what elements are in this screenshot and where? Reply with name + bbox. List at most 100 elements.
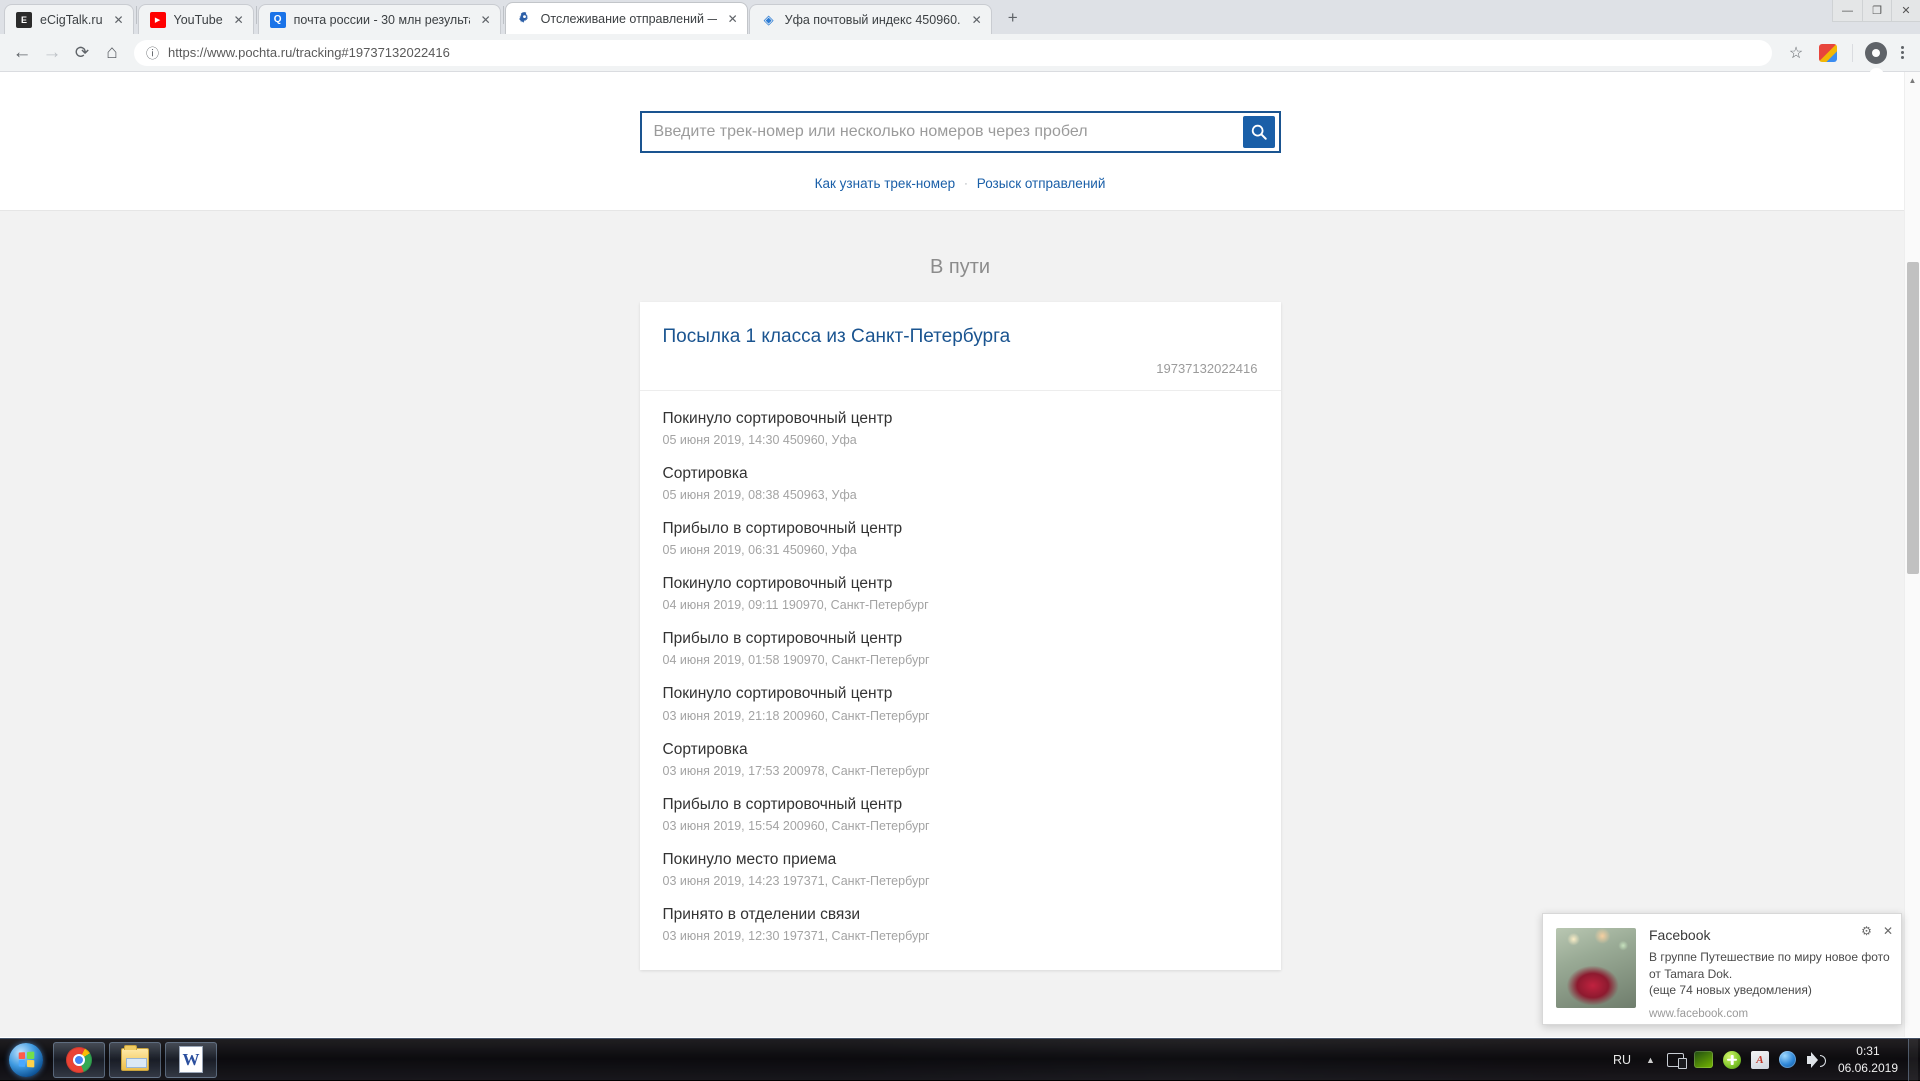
facebook-notification-toast[interactable]: ⚙ ✕ Facebook В группе Путешествие по мир… — [1542, 913, 1902, 1025]
how-to-find-track-number-link[interactable]: Как узнать трек-номер — [815, 176, 955, 191]
clock-time: 0:31 — [1838, 1043, 1898, 1059]
toolbar-divider — [1852, 44, 1853, 62]
browser-tab-active[interactable]: Отслеживание отправлений — ✕ — [505, 2, 748, 34]
browser-tab[interactable]: Q почта россии - 30 млн результа ✕ — [258, 4, 501, 34]
folder-icon — [121, 1048, 149, 1071]
tracking-event-row: Прибыло в сортировочный центр03 июня 201… — [663, 795, 1258, 833]
tracking-number: 19737132022416 — [663, 361, 1258, 376]
browser-tab[interactable]: ◈ Уфа почтовый индекс 450960. А ✕ — [749, 4, 992, 34]
tracking-event-row: Покинуло сортировочный центр04 июня 2019… — [663, 574, 1258, 612]
taskbar-explorer[interactable] — [109, 1042, 161, 1078]
search-shipments-link[interactable]: Розыск отправлений — [977, 176, 1106, 191]
tracking-event-title: Сортировка — [663, 740, 1258, 760]
chrome-menu-icon[interactable] — [1893, 46, 1912, 59]
browser-toolbar: ← → ⟳ ⌂ ⓘ https://www.pochta.ru/tracking… — [0, 34, 1920, 72]
tab-strip: E eCigTalk.ru ✕ ▶ YouTube ✕ Q почта росс… — [0, 0, 1920, 34]
close-button[interactable]: ✕ — [1891, 0, 1920, 21]
notification-thumbnail — [1556, 928, 1636, 1008]
tracking-event-row: Покинуло место приема 03 июня 2019, 14:23… — [663, 850, 1258, 888]
tab-title: Уфа почтовый индекс 450960. А — [785, 13, 961, 27]
tab-title: YouTube — [174, 13, 223, 27]
ecigtalk-favicon: E — [16, 12, 32, 28]
volume-icon[interactable] — [1805, 1049, 1827, 1071]
tracking-event-title: Покинуло сортировочный центр — [663, 684, 1258, 704]
taskbar-word[interactable]: W — [165, 1042, 217, 1078]
tracking-event-title: Сортировка — [663, 464, 1258, 484]
notification-app-name: Facebook — [1649, 927, 1891, 943]
chrome-browser-window: E eCigTalk.ru ✕ ▶ YouTube ✕ Q почта росс… — [0, 0, 1920, 1038]
tracking-event-meta: 05 июня 2019, 06:31 450960, Уфа — [663, 543, 1258, 557]
shipment-status: В пути — [0, 256, 1920, 279]
minimize-button[interactable]: — — [1833, 0, 1862, 21]
browser-tab[interactable]: E eCigTalk.ru ✕ — [4, 4, 134, 34]
tab-title: Отслеживание отправлений — — [541, 12, 717, 26]
tracking-event-meta: 05 июня 2019, 14:30 450960, Уфа — [663, 433, 1258, 447]
tracking-event-meta: 03 июня 2019, 14:23 197371, Санкт-Петерб… — [663, 874, 1258, 888]
nvidia-icon[interactable] — [1693, 1049, 1715, 1071]
bookmark-star-icon[interactable]: ☆ — [1782, 39, 1810, 67]
header-links: Как узнать трек-номер · Розыск отправлен… — [815, 176, 1106, 191]
url-text: https://www.pochta.ru/tracking#197371320… — [168, 45, 450, 60]
forward-icon[interactable]: → — [38, 39, 66, 67]
tab-close-icon[interactable]: ✕ — [111, 12, 127, 28]
tracking-event-row: Принято в отделении связи03 июня 2019, 1… — [663, 905, 1258, 943]
tab-close-icon[interactable]: ✕ — [231, 12, 247, 28]
tracking-event-row: Прибыло в сортировочный центр 05 июня 201… — [663, 519, 1258, 557]
show-desktop-button[interactable] — [1908, 1039, 1918, 1081]
clock-date: 06.06.2019 — [1838, 1060, 1898, 1076]
scroll-up-arrow[interactable]: ▲ — [1905, 72, 1920, 88]
show-hidden-icons-chevron[interactable]: ▲ — [1639, 1055, 1662, 1065]
abbyy-icon[interactable]: A — [1749, 1049, 1771, 1071]
word-icon: W — [179, 1046, 203, 1073]
address-bar[interactable]: ⓘ https://www.pochta.ru/tracking#1973713… — [134, 40, 1772, 66]
tab-divider — [256, 6, 257, 24]
tracking-event-title: Прибыло в сортировочный центр — [663, 519, 1258, 539]
page-scrollbar[interactable]: ▲ — [1904, 72, 1920, 1037]
taskbar-chrome[interactable] — [53, 1042, 105, 1078]
taskbar-clock[interactable]: 0:31 06.06.2019 — [1830, 1043, 1908, 1075]
notification-controls: ⚙ ✕ — [1861, 925, 1893, 937]
tab-title: почта россии - 30 млн результа — [294, 13, 470, 27]
tab-close-icon[interactable]: ✕ — [969, 12, 985, 28]
tracking-event-meta: 03 июня 2019, 15:54 200960, Санкт-Петерб… — [663, 819, 1258, 833]
extension-icon[interactable] — [1819, 44, 1837, 62]
restore-button[interactable]: ❐ — [1862, 0, 1891, 21]
tab-divider — [136, 6, 137, 24]
track-search-box[interactable] — [640, 111, 1281, 153]
globe-icon[interactable] — [1777, 1049, 1799, 1071]
notification-close-icon[interactable]: ✕ — [1883, 925, 1893, 937]
shipment-title[interactable]: Посылка 1 класса из Санкт-Петербурга — [663, 325, 1258, 349]
profile-avatar-icon[interactable] — [1865, 42, 1887, 64]
track-number-input[interactable] — [642, 114, 1243, 150]
tracking-event-title: Прибыло в сортировочный центр — [663, 629, 1258, 649]
page-info-icon[interactable]: ⓘ — [146, 43, 159, 62]
russian-post-favicon — [517, 11, 533, 27]
search-icon — [1250, 123, 1268, 141]
search-button[interactable] — [1243, 116, 1275, 148]
tab-divider — [503, 6, 504, 24]
update-icon[interactable] — [1721, 1049, 1743, 1071]
network-icon[interactable] — [1665, 1049, 1687, 1071]
tab-title: eCigTalk.ru — [40, 13, 103, 27]
scrollbar-thumb[interactable] — [1907, 262, 1919, 574]
windows-taskbar: W RU ▲ A 0:31 06.06.2019 — [0, 1038, 1920, 1080]
browser-tab[interactable]: ▶ YouTube ✕ — [138, 4, 254, 34]
tracking-card: Посылка 1 класса из Санкт-Петербурга 197… — [640, 302, 1281, 970]
reload-icon[interactable]: ⟳ — [68, 39, 96, 67]
window-controls: — ❐ ✕ — [1832, 0, 1920, 22]
tracking-event-title: Покинуло место приема — [663, 850, 1258, 870]
home-icon[interactable]: ⌂ — [98, 39, 126, 67]
tracking-event-title: Покинуло сортировочный центр — [663, 574, 1258, 594]
start-button[interactable] — [3, 1041, 49, 1079]
tracking-event-meta: 04 июня 2019, 01:58 190970, Санкт-Петерб… — [663, 653, 1258, 667]
tab-close-icon[interactable]: ✕ — [725, 11, 741, 27]
new-tab-button[interactable]: + — [999, 4, 1027, 32]
back-icon[interactable]: ← — [8, 39, 36, 67]
notification-settings-icon[interactable]: ⚙ — [1861, 925, 1872, 937]
tracking-event-row: Прибыло в сортировочный центр 04 июня 201… — [663, 629, 1258, 667]
language-indicator[interactable]: RU — [1605, 1053, 1639, 1067]
tracking-event-meta: 05 июня 2019, 08:38 450963, Уфа — [663, 488, 1258, 502]
tracking-event-title: Покинуло сортировочный центр — [663, 409, 1258, 429]
tab-close-icon[interactable]: ✕ — [478, 12, 494, 28]
tracking-event-row: Сортировка03 июня 2019, 17:53 200978, Са… — [663, 740, 1258, 778]
